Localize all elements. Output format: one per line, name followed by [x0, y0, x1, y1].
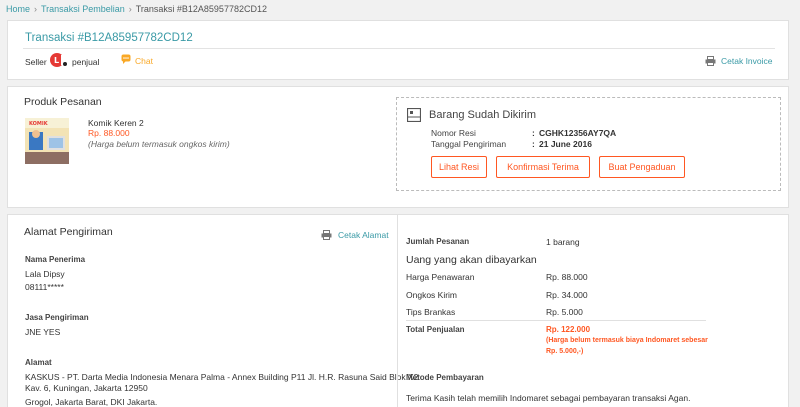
recipient-label: Nama Penerima [25, 255, 86, 264]
shipping-cost-value: Rp. 34.000 [546, 290, 588, 300]
print-invoice-link[interactable]: Cetak Invoice [721, 56, 773, 66]
breadcrumb-home[interactable]: Home [6, 4, 30, 14]
total-value: Rp. 122.000 [546, 325, 591, 334]
total-note-line-2: Rp. 5.000,-) [546, 348, 584, 355]
total-label: Total Penjualan [406, 325, 465, 334]
breadcrumb: Home › Transaksi Pembelian › Transaksi #B12A… [6, 4, 267, 14]
seller-logo-icon[interactable]: L [49, 52, 69, 68]
address-line-1: KASKUS - PT. Darta Media Indonesia Menar… [25, 372, 419, 382]
breadcrumb-transaksi[interactable]: Transaksi Pembelian [41, 4, 125, 14]
date-value: 21 June 2016 [539, 139, 592, 149]
konfirmasi-terima-button[interactable]: Konfirmasi Terima [496, 156, 590, 178]
tips-label: Tips Brankas [406, 307, 456, 317]
address-line-2: Kav. 6, Kuningan, Jakarta 12950 [25, 383, 148, 393]
transaction-header: Transaksi #B12A85957782CD12 Seller L pen… [7, 20, 789, 80]
price-note: (Harga belum termasuk ongkos kirim) [88, 139, 230, 149]
product-image[interactable]: KOMIK [25, 118, 69, 164]
order-count-value: 1 barang [546, 237, 580, 247]
shipping-detail-panel: Alamat Pengiriman Cetak Alamat Nama Pene… [7, 214, 789, 407]
product-price: Rp. 88.000 [88, 128, 130, 138]
divider [406, 320, 706, 321]
payment-method-text: Terima Kasih telah memilih Indomaret seb… [406, 393, 691, 403]
package-icon [406, 107, 422, 123]
buat-pengaduan-button[interactable]: Buat Pengaduan [599, 156, 685, 178]
address-label: Alamat [25, 358, 52, 367]
seller-label: Seller [25, 57, 47, 67]
svg-text:L: L [54, 56, 59, 65]
recipient-phone: 08111***** [25, 282, 64, 292]
section-heading: Alamat Pengiriman [24, 226, 113, 238]
tips-value: Rp. 5.000 [546, 307, 583, 317]
offer-price-value: Rp. 88.000 [546, 272, 588, 282]
seller-name[interactable]: penjual [72, 57, 99, 67]
payment-heading: Uang yang akan dibayarkan [406, 254, 537, 266]
divider [397, 215, 398, 407]
order-count-label: Jumlah Pesanan [406, 237, 470, 246]
chat-icon[interactable] [121, 54, 131, 64]
offer-price-label: Harga Penawaran [406, 272, 475, 282]
date-label: Tanggal Pengiriman [431, 139, 507, 149]
total-note-line-1: (Harga belum termasuk biaya Indomaret se… [546, 337, 708, 344]
chevron-right-icon: › [34, 4, 38, 14]
shipping-cost-label: Ongkos Kirim [406, 290, 458, 300]
svg-text:KOMIK: KOMIK [29, 121, 49, 127]
product-name[interactable]: Komik Keren 2 [88, 118, 144, 128]
divider [23, 48, 775, 49]
page-title: Transaksi #B12A85957782CD12 [25, 32, 193, 44]
printer-icon[interactable] [321, 230, 332, 240]
courier-label: Jasa Pengiriman [25, 313, 89, 322]
chevron-right-icon: › [128, 4, 132, 14]
shipping-status-title: Barang Sudah Dikirim [429, 109, 536, 121]
courier-value: JNE YES [25, 327, 61, 337]
print-address-link[interactable]: Cetak Alamat [338, 230, 389, 240]
recipient-name: Lala Dipsy [25, 269, 65, 279]
resi-value: CGHK12356AY7QA [539, 128, 617, 138]
breadcrumb-current: Transaksi #B12A85957782CD12 [135, 4, 267, 14]
resi-label: Nomor Resi [431, 128, 476, 138]
order-product-panel: Produk Pesanan KOMIK Komik Keren 2 Rp. 8… [7, 86, 789, 208]
shipping-status-box: Barang Sudah Dikirim Nomor Resi : CGHK12… [396, 97, 781, 191]
section-heading: Produk Pesanan [24, 96, 102, 108]
address-line-3: Grogol, Jakarta Barat, DKI Jakarta. [25, 397, 158, 407]
lihat-resi-button[interactable]: Lihat Resi [431, 156, 487, 178]
printer-icon[interactable] [705, 56, 716, 66]
chat-button[interactable]: Chat [135, 56, 153, 66]
payment-method-label: Metode Pembayaran [406, 373, 484, 382]
colon: : [532, 128, 535, 138]
colon: : [532, 139, 535, 149]
